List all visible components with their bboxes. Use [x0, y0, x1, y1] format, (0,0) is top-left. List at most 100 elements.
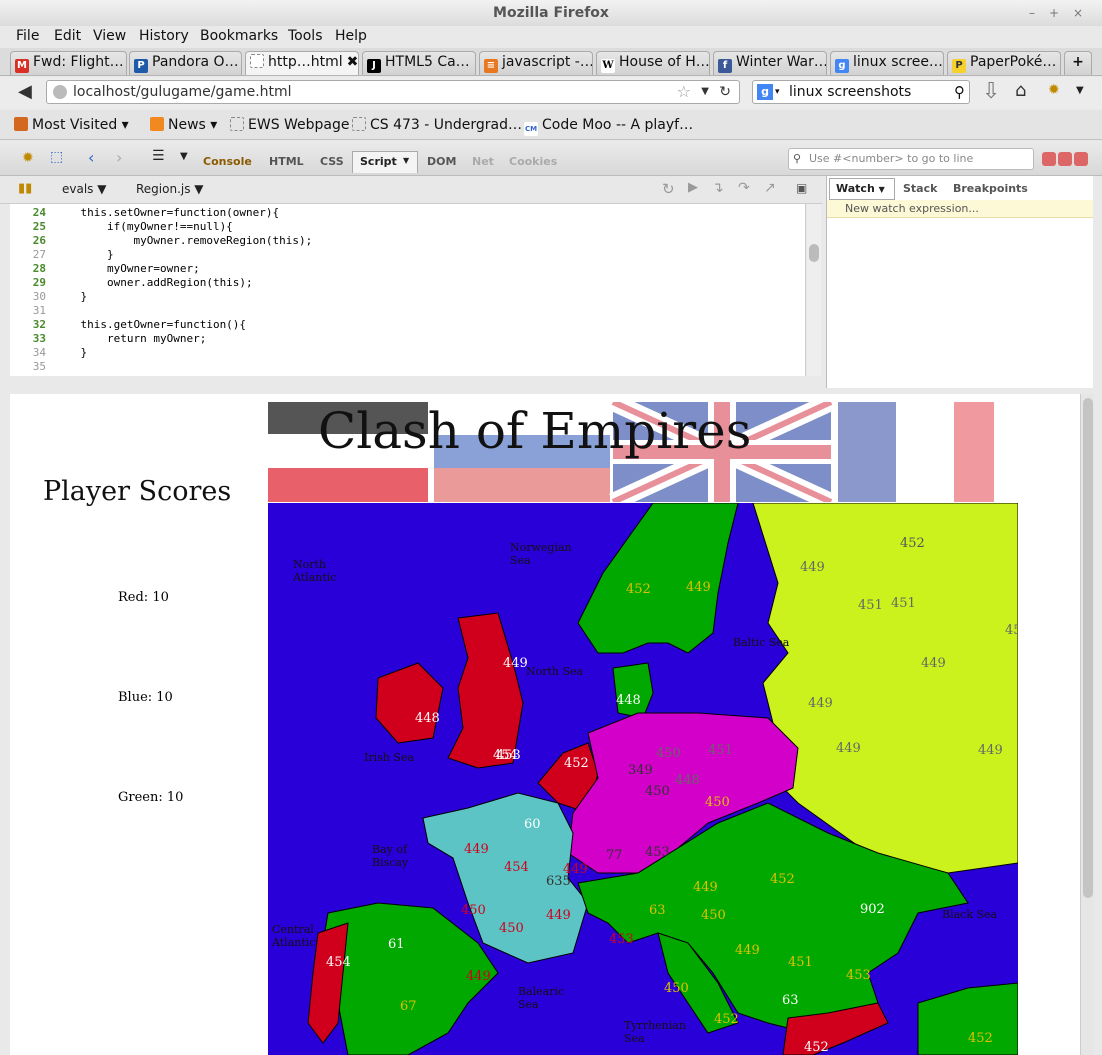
new-tab-icon[interactable]: + — [1064, 51, 1092, 75]
new-watch-expression-input[interactable]: New watch expression... — [827, 200, 1093, 218]
region-army-count[interactable]: 61 — [388, 937, 405, 952]
region-army-count[interactable]: 448 — [675, 773, 700, 788]
menu-dropdown-icon[interactable]: ▼ — [1076, 85, 1084, 96]
region-army-count[interactable]: 451 — [891, 596, 916, 611]
firebug-icon[interactable]: ✹ — [1048, 82, 1060, 98]
line-number[interactable]: 32 — [10, 318, 46, 331]
region-army-count[interactable]: 452 — [900, 536, 925, 551]
region-army-count[interactable]: 449 — [686, 580, 711, 595]
menu-bookmarks[interactable]: Bookmarks — [200, 28, 278, 44]
url-bar[interactable]: localhost/gulugame/game.html ☆ ▼ ↻ — [46, 80, 740, 104]
menu-view[interactable]: View — [93, 28, 126, 44]
region-army-count[interactable]: 452 — [714, 1012, 739, 1027]
download-icon[interactable]: ⇩ — [982, 79, 1000, 104]
tab-5[interactable]: ≡ javascript -… — [479, 51, 593, 75]
region-army-count[interactable]: 77 — [606, 848, 623, 863]
tab-6[interactable]: W House of H… — [596, 51, 710, 75]
line-number[interactable]: 28 — [10, 262, 46, 275]
source-region-js[interactable]: Region.js ▼ — [136, 182, 204, 196]
region-army-count[interactable]: 449 — [921, 656, 946, 671]
region-army-count[interactable]: 450 — [701, 908, 726, 923]
region-army-count[interactable]: 453 — [846, 968, 871, 983]
search-engine-icon[interactable]: g — [757, 84, 773, 100]
line-number[interactable]: 27 — [10, 248, 46, 261]
region-army-count[interactable]: 448 — [415, 711, 440, 726]
region-army-count[interactable]: 452 — [564, 756, 589, 771]
tab-script[interactable]: Script ▼ — [352, 151, 418, 173]
region-army-count[interactable]: 452 — [770, 872, 795, 887]
tab-css[interactable]: CSS — [320, 155, 344, 168]
region-army-count[interactable]: 453 — [609, 932, 634, 947]
tab-watch[interactable]: Watch ▼ — [829, 178, 895, 200]
region-army-count[interactable]: 450 — [664, 981, 689, 996]
minimize-panel-icon[interactable] — [1042, 152, 1056, 166]
code-editor[interactable]: 24 this.setOwner=function(owner){25 if(m… — [10, 204, 806, 376]
tab-stack[interactable]: Stack — [903, 182, 937, 195]
line-number[interactable]: 25 — [10, 220, 46, 233]
region-army-count[interactable]: 452 — [804, 1040, 829, 1055]
menu-history[interactable]: History — [139, 28, 189, 44]
region-army-count[interactable]: 451 — [788, 955, 813, 970]
menu-tools[interactable]: Tools — [288, 28, 323, 44]
region-army-count[interactable]: 450 — [461, 903, 486, 918]
tab-console[interactable]: Console — [203, 155, 252, 168]
tab-2[interactable]: P Pandora O… — [129, 51, 242, 75]
region-army-count[interactable]: 452 — [626, 582, 651, 597]
tab-8[interactable]: g linux scree… — [830, 51, 944, 75]
tab-cookies[interactable]: Cookies — [509, 155, 557, 168]
reload-icon[interactable]: ↻ — [719, 81, 731, 103]
region-army-count[interactable]: 449 — [563, 862, 588, 877]
region-army-count[interactable]: 450 — [645, 784, 670, 799]
region-army-count[interactable]: 63 — [649, 903, 666, 918]
tab-9[interactable]: P PaperPoké… — [947, 51, 1061, 75]
bookmark-codemoo[interactable]: CM Code Moo -- A playf… — [524, 117, 693, 136]
tab-net[interactable]: Net — [472, 155, 494, 168]
back-arrow-icon[interactable]: ◀ — [18, 81, 32, 102]
bookmark-star-icon[interactable]: ☆ — [677, 81, 691, 103]
tab-breakpoints[interactable]: Breakpoints — [953, 182, 1028, 195]
code-scrollbar[interactable] — [807, 204, 821, 376]
region-army-count[interactable]: 453 — [645, 845, 670, 860]
close-panel-icon[interactable] — [1074, 152, 1088, 166]
close-icon[interactable]: × — [1070, 5, 1086, 21]
step-out-icon[interactable]: ↗ — [764, 180, 776, 196]
line-number[interactable]: 31 — [10, 304, 46, 317]
menu-file[interactable]: File — [16, 28, 39, 44]
region-army-count[interactable]: 902 — [860, 902, 885, 917]
scroll-thumb[interactable] — [809, 244, 819, 262]
region-army-count[interactable]: 67 — [400, 999, 417, 1014]
region-army-count[interactable]: 451 — [858, 598, 883, 613]
tab-dom[interactable]: DOM — [427, 155, 456, 168]
region-army-count[interactable]: 454 — [326, 955, 351, 970]
home-icon[interactable]: ⌂ — [1015, 80, 1026, 101]
region-army-count[interactable]: 449 — [464, 842, 489, 857]
menu-help[interactable]: Help — [335, 28, 367, 44]
tab-html[interactable]: HTML — [269, 155, 304, 168]
region-army-count[interactable]: 449 — [978, 743, 1003, 758]
tab-1[interactable]: M Fwd: Flight… — [10, 51, 127, 75]
tab-4[interactable]: J HTML5 Ca… — [362, 51, 476, 75]
bookmark-most-visited[interactable]: Most Visited ▾ — [14, 117, 129, 133]
region-army-count[interactable]: 45 — [1005, 623, 1018, 638]
region-army-count[interactable]: 452 — [968, 1031, 993, 1046]
line-number[interactable]: 34 — [10, 346, 46, 359]
search-icon[interactable]: ⚲ — [954, 81, 965, 103]
region-army-count[interactable]: 449 — [546, 908, 571, 923]
page-scrollbar[interactable] — [1080, 394, 1094, 1055]
url-dropdown-icon[interactable]: ▼ — [701, 81, 709, 103]
region-army-count[interactable]: 448 — [616, 693, 641, 708]
toggle-side-panel-icon[interactable]: ▣ — [796, 181, 807, 195]
back-icon[interactable]: ‹ — [88, 148, 94, 167]
source-evals[interactable]: evals ▼ — [62, 182, 106, 196]
region-army-count[interactable]: 449 — [503, 656, 528, 671]
line-number[interactable]: 29 — [10, 276, 46, 289]
line-number[interactable]: 26 — [10, 234, 46, 247]
rerun-icon[interactable]: ↻ — [662, 180, 675, 198]
tab-7[interactable]: f Winter War… — [713, 51, 827, 75]
region-army-count[interactable]: 450 — [499, 921, 524, 936]
line-number[interactable]: 30 — [10, 290, 46, 303]
region-army-count[interactable]: 454 — [493, 748, 518, 763]
step-into-icon[interactable]: ↴ — [712, 180, 724, 196]
breakpoint-toggle-icon[interactable]: ▮▮ — [18, 181, 32, 196]
tab-3[interactable]: http…html ✖ — [245, 51, 359, 75]
